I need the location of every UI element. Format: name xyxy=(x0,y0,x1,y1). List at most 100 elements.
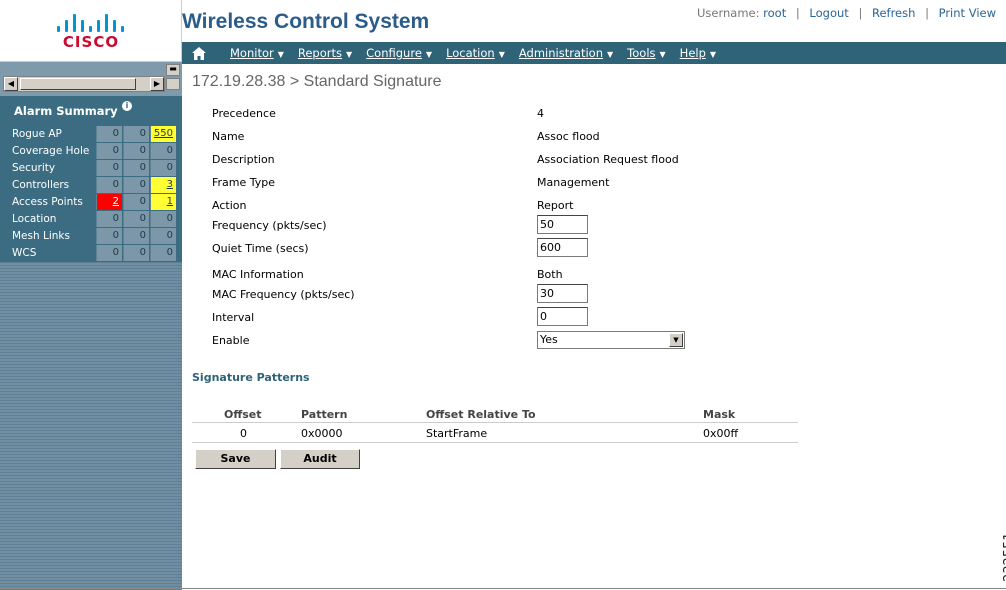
scroll-left-icon[interactable]: ◀ xyxy=(4,77,18,91)
alarm-major-count[interactable]: 0 xyxy=(123,194,149,210)
alarm-minor-count[interactable]: 550 xyxy=(150,126,176,142)
chevron-down-icon: ▼ xyxy=(346,50,353,59)
audit-button[interactable]: Audit xyxy=(280,449,360,469)
chevron-down-icon: ▼ xyxy=(425,50,433,59)
alarm-critical-count[interactable]: 0 xyxy=(96,126,122,142)
alarm-critical-count[interactable]: 0 xyxy=(96,211,122,227)
alarm-label[interactable]: WCS xyxy=(12,247,36,259)
nav-administration[interactable]: Administration ▼ xyxy=(519,46,613,60)
bottom-divider xyxy=(0,588,1006,589)
alarm-major-count[interactable]: 0 xyxy=(123,126,149,142)
alarm-critical-count[interactable]: 0 xyxy=(96,143,122,159)
save-button[interactable]: Save xyxy=(195,449,276,469)
mac-frequency-input[interactable] xyxy=(537,284,588,303)
home-icon[interactable] xyxy=(182,42,216,64)
alarm-critical-count[interactable]: 0 xyxy=(96,177,122,193)
alarm-row-access-points: Access Points 2 0 1 xyxy=(0,194,182,211)
info-icon[interactable]: i xyxy=(122,101,132,111)
field-description: Description Association Request flood xyxy=(212,150,712,170)
nav-monitor[interactable]: Monitor ▼ xyxy=(230,46,284,60)
alarm-minor-count[interactable]: 0 xyxy=(150,160,176,176)
collapse-icon[interactable] xyxy=(166,78,180,90)
alarm-minor-count[interactable]: 0 xyxy=(150,228,176,244)
app-title: Wireless Control System xyxy=(182,10,430,33)
cisco-bars-icon xyxy=(57,12,127,32)
chevron-down-icon[interactable]: ▼ xyxy=(669,333,683,347)
chevron-down-icon: ▼ xyxy=(277,50,284,59)
alarm-row-coverage-hole: Coverage Hole 0 0 0 xyxy=(0,143,182,160)
alarm-label[interactable]: Coverage Hole xyxy=(12,145,89,157)
sidebar-scrollbar[interactable]: ◀ ▶ xyxy=(3,76,165,92)
alarm-critical-count[interactable]: 0 xyxy=(96,160,122,176)
alarm-label[interactable]: Controllers xyxy=(12,179,69,191)
cisco-wordmark: CISCO xyxy=(62,33,120,51)
alarm-row-rogue-ap: Rogue AP 0 0 550 xyxy=(0,126,182,143)
logout-link[interactable]: Logout xyxy=(809,6,848,20)
field-label: Frequency (pkts/sec) xyxy=(212,219,327,232)
alarm-major-count[interactable]: 0 xyxy=(123,228,149,244)
field-value: Management xyxy=(537,176,610,189)
pattern-cell: 0x0000 xyxy=(301,427,343,440)
alarm-major-count[interactable]: 0 xyxy=(123,211,149,227)
print-view-link[interactable]: Print View xyxy=(939,6,996,20)
signature-patterns-table: Offset Pattern Offset Relative To Mask 0… xyxy=(192,406,798,443)
alarm-minor-count[interactable]: 3 xyxy=(150,177,176,193)
field-label: Quiet Time (secs) xyxy=(212,242,309,255)
main-nav: Monitor ▼ Reports ▼ Configure ▼ Location ▼ A… xyxy=(182,42,1006,64)
alarm-major-count[interactable]: 0 xyxy=(123,143,149,159)
frequency-input[interactable] xyxy=(537,215,588,234)
mask-cell: 0x00ff xyxy=(703,427,739,440)
nav-configure[interactable]: Configure ▼ xyxy=(366,46,432,60)
alarm-minor-count[interactable]: 0 xyxy=(150,211,176,227)
alarm-label[interactable]: Location xyxy=(12,213,56,225)
nav-tools[interactable]: Tools ▼ xyxy=(627,46,666,60)
field-name: Name Assoc flood xyxy=(212,127,712,147)
alarm-critical-count[interactable]: 2 xyxy=(96,194,122,210)
relative-to-cell: StartFrame xyxy=(426,427,488,440)
field-enable: Enable Yes ▼ xyxy=(212,331,712,351)
table-row: 0 0x0000 StartFrame 0x00ff xyxy=(192,423,798,443)
scroll-right-icon[interactable]: ▶ xyxy=(150,77,164,91)
alarm-summary-title: Alarm Summary xyxy=(14,104,118,118)
alarm-major-count[interactable]: 0 xyxy=(123,160,149,176)
alarm-minor-count[interactable]: 0 xyxy=(150,245,176,261)
sidebar: ▬ ◀ ▶ Alarm Summary i Rogue AP 0 0 550 C… xyxy=(0,62,182,590)
field-label: Enable xyxy=(212,334,250,347)
page-title: 172.19.28.38 > Standard Signature xyxy=(192,73,442,90)
chevron-down-icon: ▼ xyxy=(498,50,505,59)
alarm-label[interactable]: Access Points xyxy=(12,196,83,208)
field-mac-information: MAC Information Both xyxy=(212,265,712,285)
quiet-time-input[interactable] xyxy=(537,238,588,257)
field-label: MAC Information xyxy=(212,268,304,281)
alarm-row-controllers: Controllers 0 0 3 xyxy=(0,177,182,194)
alarm-major-count[interactable]: 0 xyxy=(123,177,149,193)
chevron-down-icon: ▼ xyxy=(607,50,614,59)
column-header: Mask xyxy=(703,408,736,421)
alarm-row-mesh-links: Mesh Links 0 0 0 xyxy=(0,228,182,245)
alarm-label[interactable]: Mesh Links xyxy=(12,230,70,242)
alarm-label[interactable]: Rogue AP xyxy=(12,128,62,140)
nav-help[interactable]: Help ▼ xyxy=(680,46,716,60)
enable-select-value: Yes xyxy=(540,333,558,346)
username-label: Username: xyxy=(697,6,760,20)
field-label: MAC Frequency (pkts/sec) xyxy=(212,288,355,301)
alarm-minor-count[interactable]: 1 xyxy=(150,194,176,210)
nav-reports[interactable]: Reports ▼ xyxy=(298,46,352,60)
minimize-icon[interactable]: ▬ xyxy=(166,64,180,76)
alarm-major-count[interactable]: 0 xyxy=(123,245,149,261)
alarm-label[interactable]: Security xyxy=(12,162,55,174)
alarm-critical-count[interactable]: 0 xyxy=(96,245,122,261)
field-label: Action xyxy=(212,199,247,212)
refresh-link[interactable]: Refresh xyxy=(872,6,915,20)
column-header: Pattern xyxy=(301,408,348,421)
field-value: Both xyxy=(537,268,563,281)
scroll-thumb[interactable] xyxy=(20,78,136,90)
alarm-summary-panel: Alarm Summary i Rogue AP 0 0 550 Coverag… xyxy=(0,96,182,262)
field-label: Precedence xyxy=(212,107,276,120)
enable-select[interactable]: Yes ▼ xyxy=(537,331,685,349)
nav-location[interactable]: Location ▼ xyxy=(446,46,505,60)
interval-input[interactable] xyxy=(537,307,588,326)
username-link[interactable]: root xyxy=(763,6,786,20)
alarm-critical-count[interactable]: 0 xyxy=(96,228,122,244)
alarm-minor-count[interactable]: 0 xyxy=(150,143,176,159)
